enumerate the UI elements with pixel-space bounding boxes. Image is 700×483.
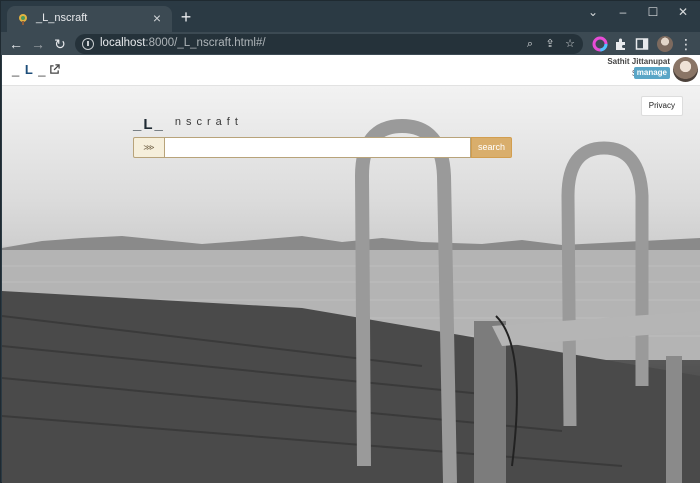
tab-title: _L_nscraft	[36, 12, 88, 24]
search-input[interactable]	[165, 137, 471, 158]
app-header: _ L _ Sathit Jittanupat SU manage	[2, 55, 700, 86]
site-info-icon[interactable]	[82, 38, 94, 50]
tab-close-icon[interactable]: ×	[150, 11, 164, 25]
menu-icon[interactable]: ⋮	[679, 35, 693, 53]
brand-mark: _L_	[133, 116, 165, 133]
hero-section: Privacy _L_ nscraft ⋙ search	[2, 86, 700, 483]
page-viewport: _ L _ Sathit Jittanupat SU manage	[2, 55, 700, 483]
zoom-icon[interactable]: ⌕	[523, 37, 537, 51]
app-logo[interactable]: _ L _	[12, 62, 46, 77]
new-tab-icon[interactable]: +	[179, 8, 193, 26]
forward-icon[interactable]: →	[29, 35, 47, 53]
user-name: Sathit Jittanupat	[607, 57, 670, 66]
site-favicon-icon	[19, 14, 27, 25]
address-bar[interactable]: localhost:8000/_L_nscraft.html#/ ⌕ ⇪ ☆	[75, 34, 583, 54]
search-button[interactable]: search	[471, 137, 512, 158]
side-panel-icon[interactable]	[634, 36, 650, 52]
maximize-icon[interactable]: ☐	[643, 4, 663, 20]
browser-window: _L_nscraft × + ⌄ – ☐ ✕ ← → ↻ localhost:8…	[0, 0, 700, 483]
browser-toolbar: ← → ↻ localhost:8000/_L_nscraft.html#/ ⌕…	[1, 32, 700, 55]
search-bar: ⋙ search	[133, 137, 513, 158]
brand-logo: _L_ nscraft	[133, 116, 243, 134]
extensions-puzzle-icon[interactable]	[613, 36, 629, 52]
avatar[interactable]	[673, 57, 698, 82]
bookmark-star-icon[interactable]: ☆	[563, 37, 577, 51]
tab-search-chevron-icon[interactable]: ⌄	[583, 4, 603, 20]
search-mode-icon[interactable]: ⋙	[133, 137, 165, 158]
tab-strip: _L_nscraft × + ⌄ – ☐ ✕	[1, 1, 700, 32]
extension-color-icon[interactable]	[592, 36, 608, 52]
profile-avatar[interactable]	[657, 36, 673, 52]
privacy-button[interactable]: Privacy	[640, 96, 683, 116]
minimize-icon[interactable]: –	[613, 4, 633, 20]
url-text[interactable]: localhost:8000/_L_nscraft.html#/	[100, 37, 266, 49]
brand-wordmark: nscraft	[174, 116, 243, 128]
manage-button[interactable]: manage	[633, 67, 670, 79]
active-tab[interactable]: _L_nscraft ×	[7, 6, 172, 32]
back-icon[interactable]: ←	[7, 35, 25, 53]
close-icon[interactable]: ✕	[673, 4, 693, 20]
external-link-icon[interactable]	[49, 64, 60, 75]
reload-icon[interactable]: ↻	[51, 35, 69, 53]
share-icon[interactable]: ⇪	[543, 37, 557, 51]
